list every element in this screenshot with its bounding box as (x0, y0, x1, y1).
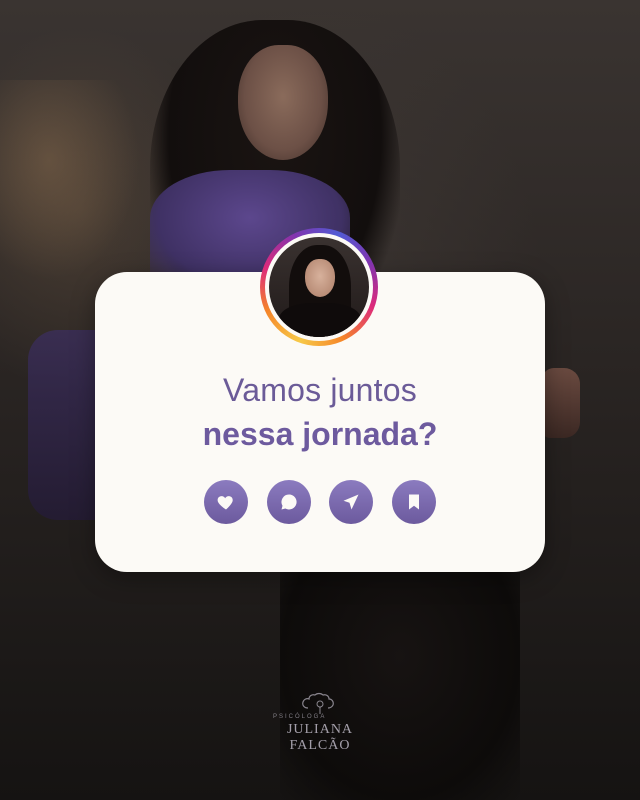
brand-logo: PSICÓLOGA JULIANA FALCÃO (255, 690, 385, 753)
headline-line2: nessa jornada? (202, 416, 438, 452)
bookmark-icon (408, 494, 419, 510)
avatar-inner-border (265, 233, 373, 341)
logo-name: JULIANA FALCÃO (286, 722, 354, 753)
woman-hand (542, 368, 580, 438)
send-icon (343, 494, 359, 510)
share-button[interactable] (329, 480, 374, 524)
headline-line1: Vamos juntos (223, 372, 417, 408)
save-button[interactable] (391, 480, 436, 524)
profile-avatar-story-ring[interactable] (260, 228, 378, 346)
avatar (269, 237, 369, 337)
chat-bubble-icon (281, 494, 297, 510)
action-bar (204, 480, 436, 524)
avatar-face (305, 259, 335, 297)
logo-subtitle: PSICÓLOGA (273, 714, 327, 720)
comment-button[interactable] (266, 480, 311, 524)
pampas-grass-decor (0, 80, 140, 280)
like-button[interactable] (204, 480, 248, 524)
heart-icon (217, 496, 233, 510)
brain-flower-icon (302, 692, 334, 714)
woman-legs (280, 560, 520, 800)
woman-face (238, 45, 328, 160)
avatar-body (279, 303, 361, 337)
